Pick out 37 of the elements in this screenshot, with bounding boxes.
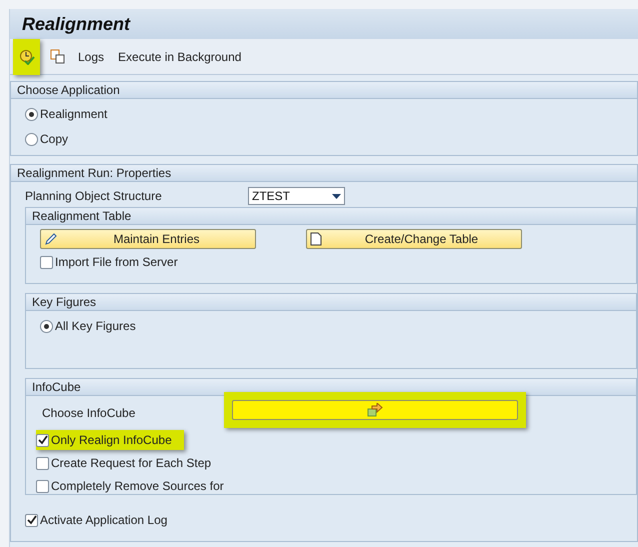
check-icon: [38, 435, 48, 445]
caret-icon: [332, 194, 341, 198]
checkbox-label: Import File from Server: [55, 254, 178, 271]
copy-icon[interactable]: [50, 48, 66, 64]
radio-label: Copy: [40, 131, 68, 148]
action-button[interactable]: Create/Change Table: [306, 229, 522, 249]
window-title: Realignment: [22, 12, 130, 36]
checkbox-label: Activate Application Log: [40, 512, 168, 529]
toolbar-button[interactable]: Logs: [76, 48, 106, 66]
check-icon: [26, 515, 36, 525]
action-button[interactable]: Maintain Entries: [40, 229, 256, 249]
group-title: Realignment Run: Properties: [11, 165, 637, 182]
field-label: Planning Object Structure: [25, 188, 163, 205]
radio-label: Realignment: [40, 106, 108, 123]
checkbox[interactable]: [36, 434, 49, 446]
input-field[interactable]: [232, 400, 518, 420]
checkbox-label: Only Realign InfoCube: [51, 432, 172, 449]
toolbar-button[interactable]: Execute in Background: [116, 48, 244, 66]
group-title: Realignment Table: [26, 208, 636, 225]
radio-button[interactable]: [40, 320, 53, 332]
radio-button[interactable]: [25, 132, 38, 146]
arrow-icon: [367, 403, 383, 417]
group-title: Key Figures: [26, 294, 636, 311]
checkbox[interactable]: [25, 514, 38, 526]
checkbox-label: Create Request for Each Step: [51, 455, 212, 472]
field-label: Choose InfoCube: [42, 406, 136, 420]
pencil-icon: [44, 232, 58, 246]
document-icon: [310, 232, 322, 246]
checkbox[interactable]: [36, 480, 49, 492]
checkbox-label: Completely Remove Sources for: [51, 478, 224, 495]
clock-check-icon[interactable]: [18, 48, 34, 64]
checkbox[interactable]: [40, 256, 53, 268]
radio-label: All Key Figures: [55, 318, 136, 335]
checkbox[interactable]: [36, 456, 49, 470]
dropdown-field[interactable]: ZTEST: [248, 187, 345, 205]
group-title: Choose Application: [11, 82, 637, 99]
radio-button[interactable]: [25, 108, 38, 120]
